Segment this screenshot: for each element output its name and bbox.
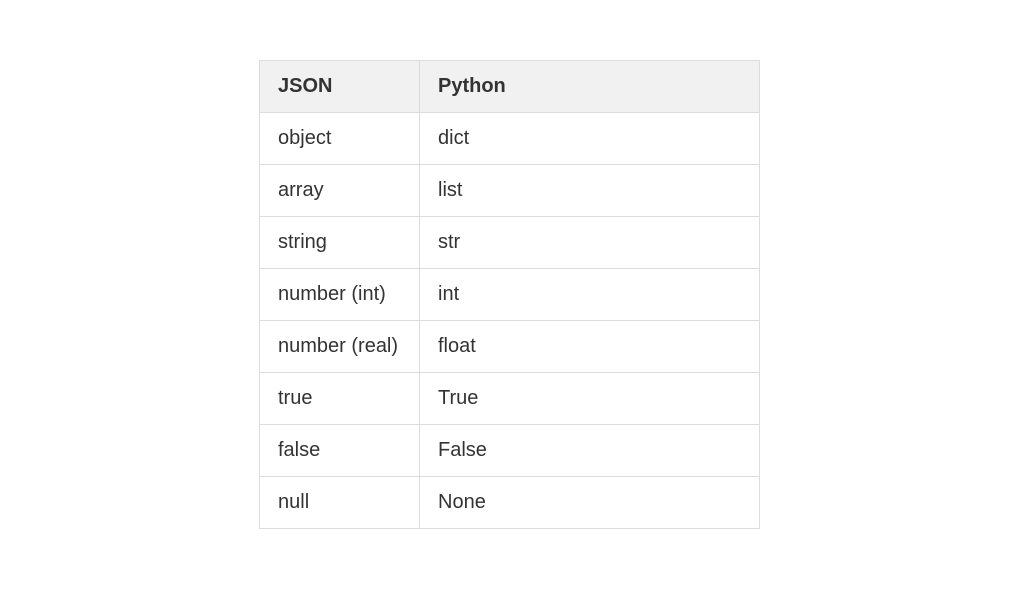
table-row: array list — [260, 165, 760, 217]
cell-json: object — [260, 113, 420, 165]
table-header-row: JSON Python — [260, 61, 760, 113]
json-python-mapping-table: JSON Python object dict array list strin… — [259, 60, 760, 529]
cell-python: False — [420, 425, 760, 477]
table-row: object dict — [260, 113, 760, 165]
cell-python: dict — [420, 113, 760, 165]
cell-json: string — [260, 217, 420, 269]
cell-python: int — [420, 269, 760, 321]
table-row: true True — [260, 373, 760, 425]
table-row: number (real) float — [260, 321, 760, 373]
table-row: number (int) int — [260, 269, 760, 321]
header-json: JSON — [260, 61, 420, 113]
cell-json: number (real) — [260, 321, 420, 373]
cell-json: null — [260, 477, 420, 529]
table-row: false False — [260, 425, 760, 477]
cell-python: list — [420, 165, 760, 217]
table-row: null None — [260, 477, 760, 529]
cell-json: true — [260, 373, 420, 425]
cell-json: false — [260, 425, 420, 477]
cell-python: None — [420, 477, 760, 529]
cell-json: number (int) — [260, 269, 420, 321]
cell-python: float — [420, 321, 760, 373]
cell-python: True — [420, 373, 760, 425]
cell-python: str — [420, 217, 760, 269]
table-row: string str — [260, 217, 760, 269]
cell-json: array — [260, 165, 420, 217]
header-python: Python — [420, 61, 760, 113]
